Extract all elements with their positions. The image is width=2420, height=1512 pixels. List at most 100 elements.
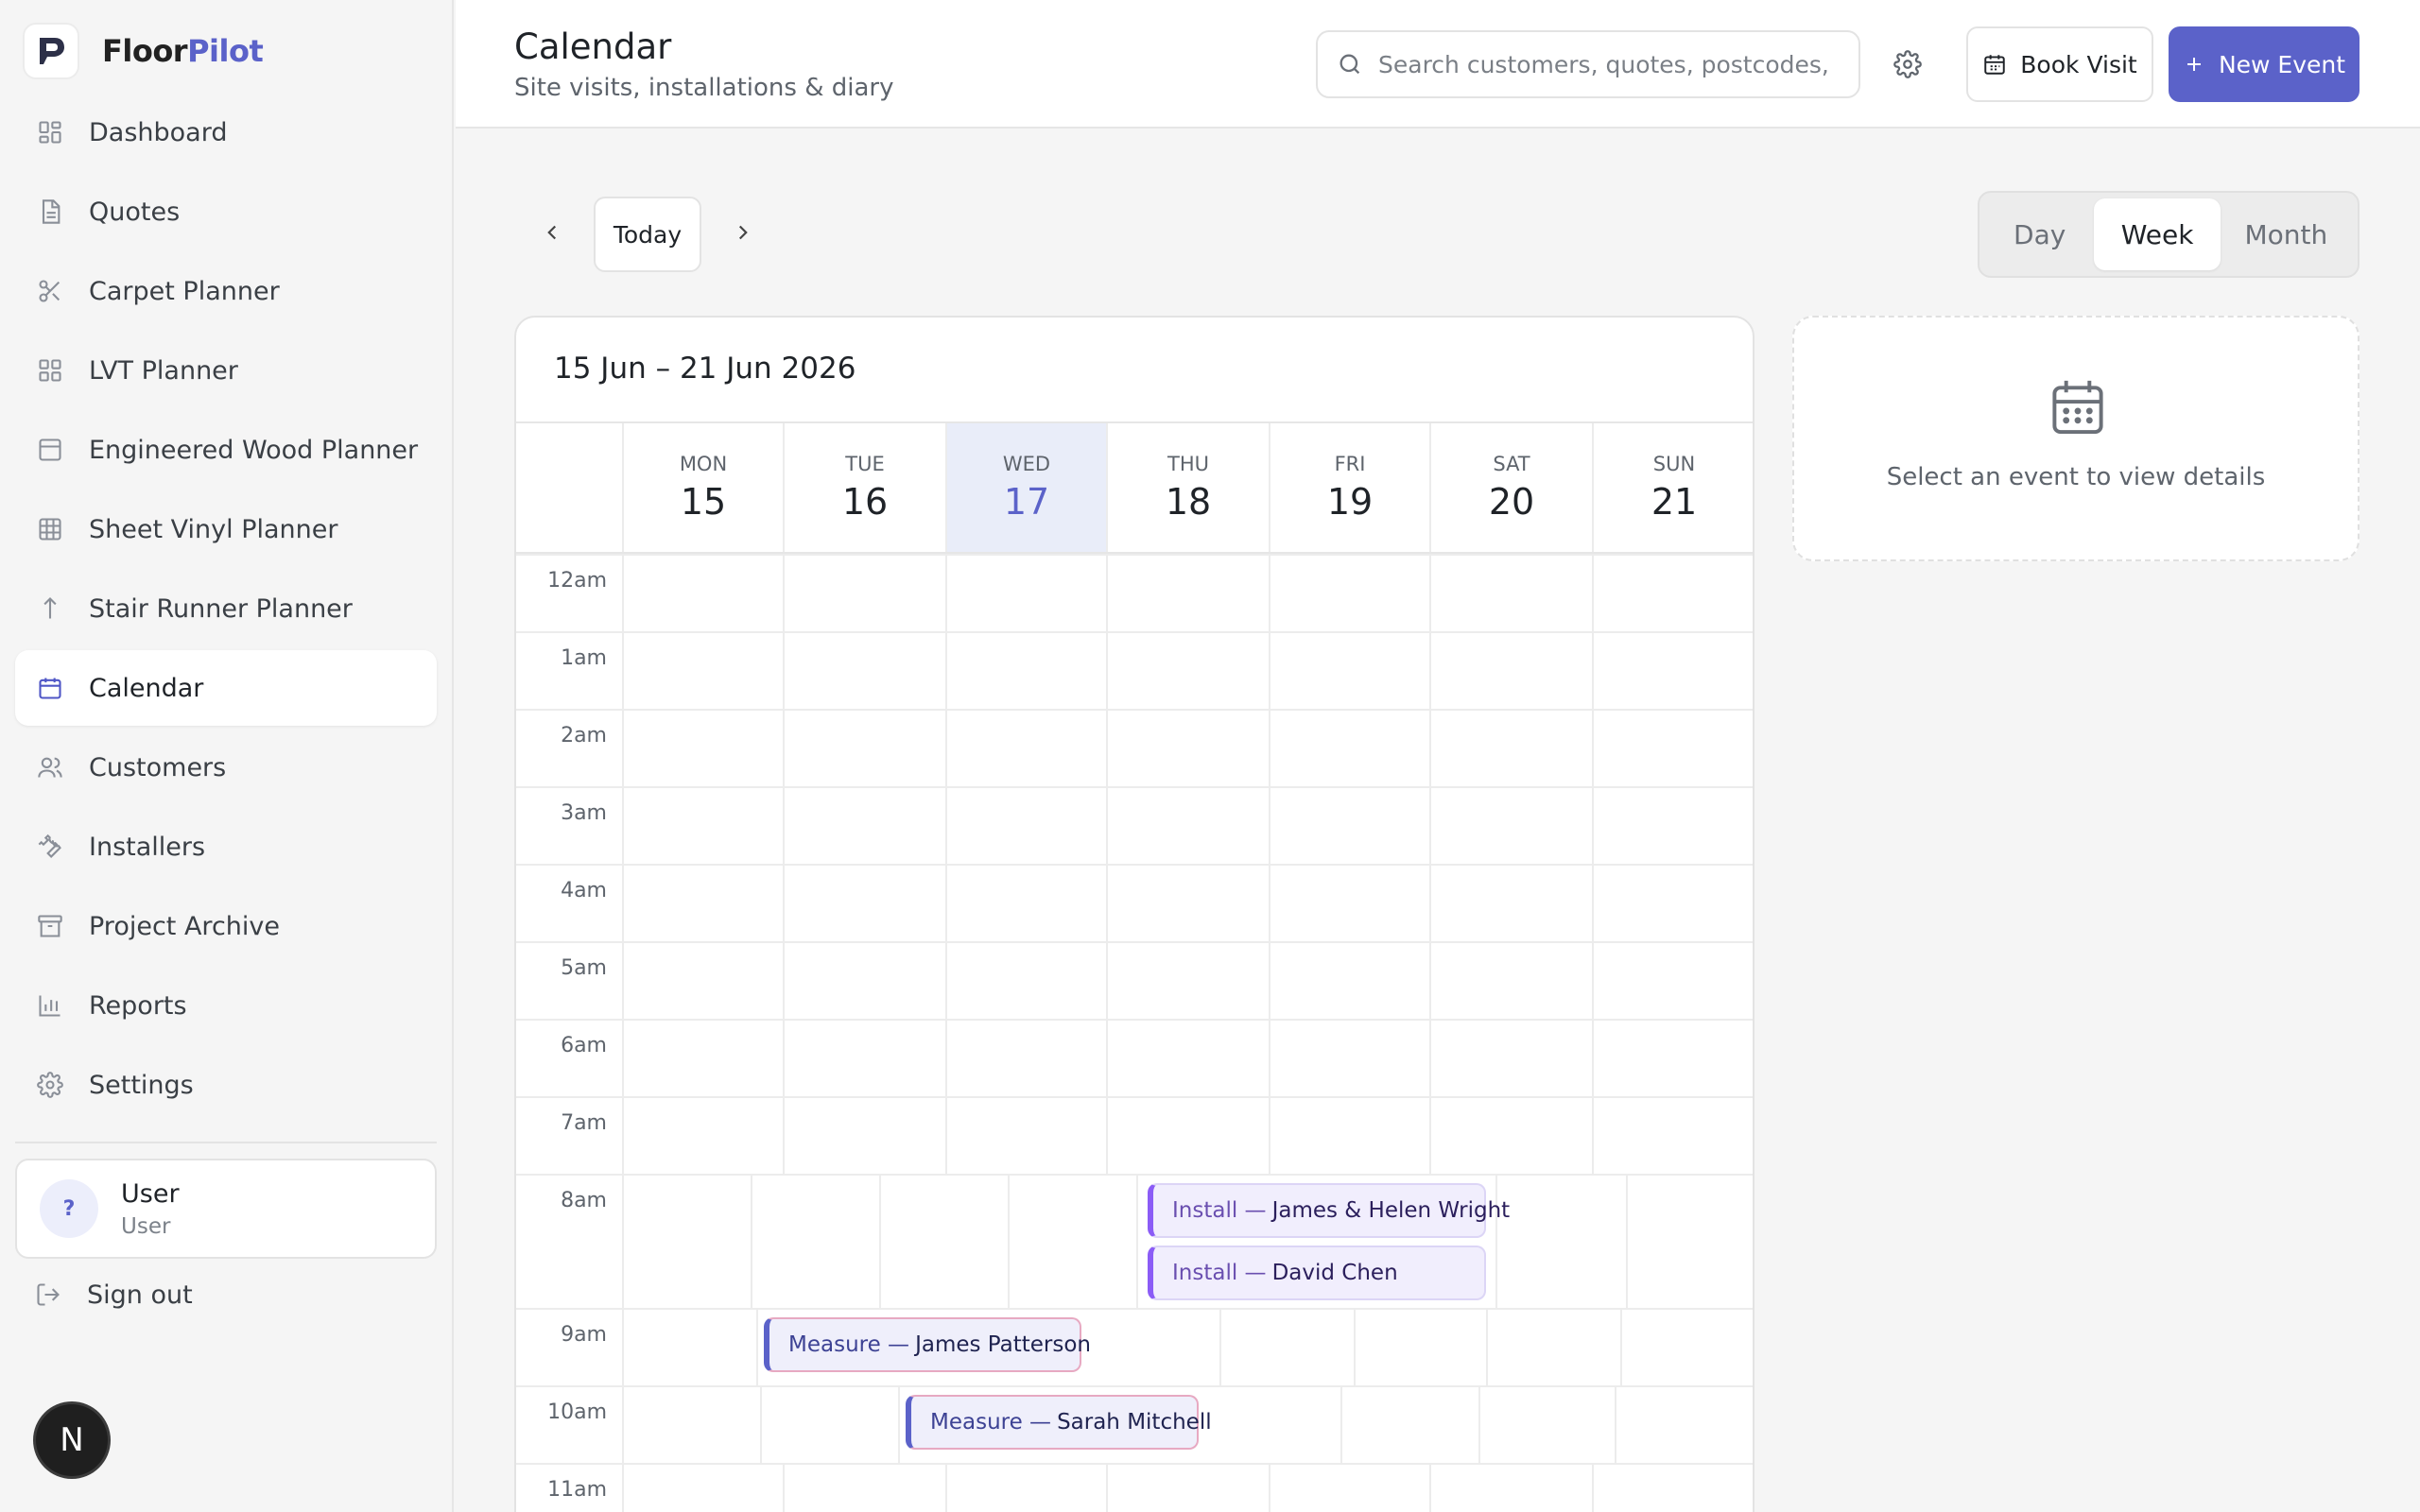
new-event-label: New Event xyxy=(2218,50,2346,78)
day-header-sat[interactable]: SAT 20 xyxy=(1429,423,1592,552)
sidebar-item-sheet-vinyl-planner[interactable]: Sheet Vinyl Planner xyxy=(15,491,437,567)
today-button[interactable]: Today xyxy=(594,197,701,272)
sidebar-item-carpet-planner[interactable]: Carpet Planner xyxy=(15,253,437,329)
event-separator: — xyxy=(880,1332,910,1357)
event-install[interactable]: Install — James & Helen Wright xyxy=(1148,1183,1510,1238)
sidebar-item-stair-runner-planner[interactable]: Stair Runner Planner xyxy=(15,571,437,646)
grid-line xyxy=(1269,556,1270,631)
user-card[interactable]: ? User User xyxy=(15,1159,437,1259)
day-header-tue[interactable]: TUE 16 xyxy=(783,423,945,552)
day-header-sun[interactable]: SUN 21 xyxy=(1592,423,1753,552)
event-separator: — xyxy=(1237,1198,1267,1223)
grid-line xyxy=(622,1098,624,1174)
day-header-thu[interactable]: THU 18 xyxy=(1106,423,1269,552)
hour-row: 1am xyxy=(516,631,1753,709)
view-day[interactable]: Day xyxy=(1985,198,2094,270)
sidebar-item-customers[interactable]: Customers xyxy=(15,730,437,805)
hour-row: 4am xyxy=(516,864,1753,941)
grid-line xyxy=(945,1098,947,1174)
grid-line xyxy=(1429,866,1431,941)
event-install[interactable]: Install — David Chen xyxy=(1148,1246,1486,1300)
hour-label: 3am xyxy=(561,801,607,825)
sidebar-item-settings[interactable]: Settings xyxy=(15,1047,437,1123)
user-name: User xyxy=(121,1178,180,1209)
dev-tools-badge[interactable]: N xyxy=(36,1404,108,1476)
event-type: Install xyxy=(1172,1261,1238,1285)
previous-week-button[interactable] xyxy=(533,214,571,251)
grid-line xyxy=(945,1021,947,1096)
sidebar-item-reports[interactable]: Reports xyxy=(15,968,437,1043)
view-week[interactable]: Week xyxy=(2094,198,2221,270)
sidebar-item-project-archive[interactable]: Project Archive xyxy=(15,888,437,964)
bar-chart-icon xyxy=(36,991,64,1020)
search-box[interactable] xyxy=(1316,30,1860,98)
sidebar-item-dashboard[interactable]: Dashboard xyxy=(15,94,437,170)
hour-label: 7am xyxy=(561,1111,607,1135)
grid-line xyxy=(783,1098,785,1174)
grid-line xyxy=(1354,1310,1356,1385)
event-details-panel: Select an event to view details xyxy=(1792,316,2360,561)
brand-logo[interactable]: FloorPilot xyxy=(23,23,264,79)
grid-line xyxy=(1478,1387,1480,1463)
sidebar-item-calendar[interactable]: Calendar xyxy=(15,650,437,726)
view-month[interactable]: Month xyxy=(2221,198,2352,270)
day-header-mon[interactable]: MON 15 xyxy=(622,423,783,552)
book-visit-button[interactable]: Book Visit xyxy=(1966,26,2153,102)
user-info: User User xyxy=(121,1179,180,1239)
brand-name: FloorPilot xyxy=(102,33,264,69)
grid-line xyxy=(622,788,624,864)
grid-line xyxy=(1592,711,1594,786)
hour-row: 6am xyxy=(516,1019,1753,1096)
sidebar-item-label: Customers xyxy=(89,752,227,782)
grid-line xyxy=(1592,1098,1594,1174)
grid-icon xyxy=(36,356,64,385)
grid-line xyxy=(1429,633,1431,709)
grid-line xyxy=(783,556,785,631)
date-range-title: 15 Jun – 21 Jun 2026 xyxy=(554,352,856,386)
archive-icon xyxy=(36,912,64,940)
grid-line xyxy=(1269,711,1270,786)
event-measure[interactable]: Measure — James Patterson xyxy=(764,1317,1091,1372)
event-type: Measure xyxy=(788,1332,881,1357)
sidebar-item-quotes[interactable]: Quotes xyxy=(15,174,437,249)
grid-line xyxy=(1592,556,1594,631)
event-type: Measure xyxy=(930,1410,1023,1435)
event-type: Install xyxy=(1172,1198,1238,1223)
calendar-card: 15 Jun – 21 Jun 2026 MON 15 TUE 16 WED 1… xyxy=(514,316,1754,1512)
day-name: FRI xyxy=(1334,453,1366,475)
hour-row: 12am xyxy=(516,554,1753,631)
next-week-button[interactable] xyxy=(724,214,762,251)
grid-line xyxy=(1615,1387,1616,1463)
grid-line xyxy=(1429,1021,1431,1096)
day-name: WED xyxy=(1002,453,1051,475)
sign-out-button[interactable]: Sign out xyxy=(15,1264,437,1325)
search-input[interactable] xyxy=(1378,50,1832,78)
empty-state-text: Select an event to view details xyxy=(1886,463,2266,491)
day-header-fri[interactable]: FRI 19 xyxy=(1269,423,1429,552)
grid-line xyxy=(945,1465,947,1512)
sidebar-item-engineered-wood-planner[interactable]: Engineered Wood Planner xyxy=(15,412,437,488)
grid-line xyxy=(945,633,947,709)
grid-line xyxy=(622,943,624,1019)
calendar-icon xyxy=(2049,376,2106,440)
grid-line xyxy=(1429,1098,1431,1174)
floorpilot-logo-icon xyxy=(23,23,79,79)
settings-button[interactable] xyxy=(1885,42,1930,87)
day-name: TUE xyxy=(845,453,885,475)
day-header-wed[interactable]: WED 17 xyxy=(945,423,1106,552)
sidebar-item-label: Stair Runner Planner xyxy=(89,593,353,624)
event-measure[interactable]: Measure — Sarah Mitchell xyxy=(906,1395,1212,1450)
sidebar-item-lvt-planner[interactable]: LVT Planner xyxy=(15,333,437,408)
grid-line xyxy=(1429,788,1431,864)
user-role: User xyxy=(121,1213,171,1239)
sidebar-item-installers[interactable]: Installers xyxy=(15,809,437,885)
day-name: SAT xyxy=(1493,453,1530,475)
hour-row: 11am xyxy=(516,1463,1753,1512)
sidebar-item-label: Reports xyxy=(89,990,187,1021)
grid-line xyxy=(760,1387,762,1463)
hour-label: 1am xyxy=(561,646,607,670)
grid-line xyxy=(622,1387,624,1463)
panel-icon xyxy=(36,436,64,464)
new-event-button[interactable]: New Event xyxy=(2169,26,2360,102)
grid-line xyxy=(1136,1176,1138,1308)
